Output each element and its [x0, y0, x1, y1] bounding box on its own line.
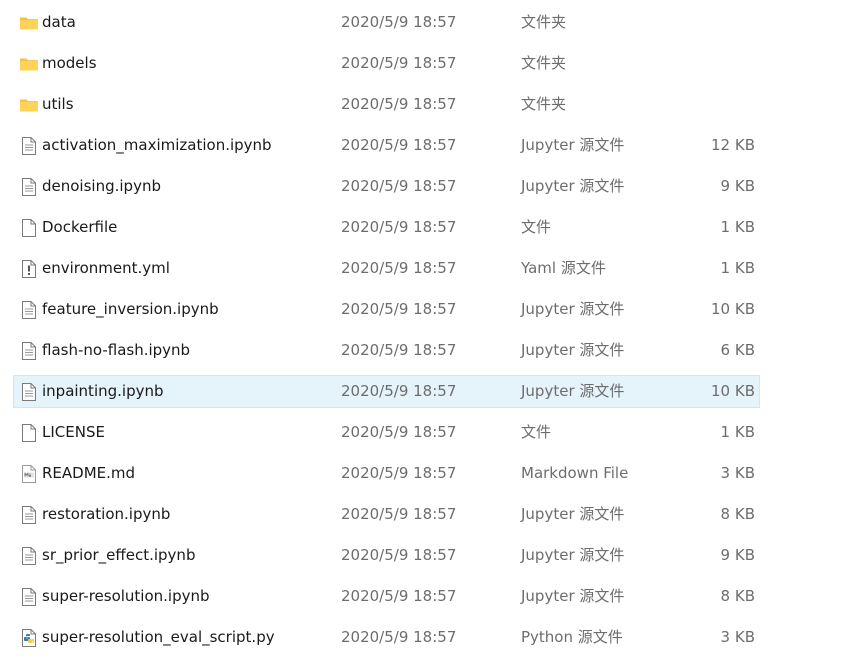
markdown-file-icon	[19, 464, 39, 484]
file-type: 文件	[521, 423, 552, 441]
blank-file-icon	[19, 423, 39, 443]
file-date-modified: 2020/5/9 18:57	[341, 136, 457, 154]
file-name: restoration.ipynb	[42, 505, 171, 523]
text-file-icon	[19, 546, 39, 566]
file-date-modified: 2020/5/9 18:57	[341, 218, 457, 236]
file-name: denoising.ipynb	[42, 177, 161, 195]
file-row-sr-prior-effect-ipynb[interactable]: sr_prior_effect.ipynb 2020/5/9 18:57 Jupyt…	[13, 539, 760, 572]
file-size: 10 KB	[711, 300, 755, 318]
file-type: Jupyter 源文件	[521, 546, 625, 564]
folder-icon	[19, 54, 39, 74]
folder-icon	[19, 13, 39, 33]
file-date-modified: 2020/5/9 18:57	[341, 259, 457, 277]
file-size: 1 KB	[720, 423, 755, 441]
folder-icon	[19, 95, 39, 115]
file-date-modified: 2020/5/9 18:57	[341, 177, 457, 195]
file-row-super-resolution-eval-script-py[interactable]: super-resolution_eval_script.py 2020/5/9 …	[13, 621, 760, 654]
text-file-icon	[19, 136, 39, 156]
file-row-super-resolution-ipynb[interactable]: super-resolution.ipynb 2020/5/9 18:57 Jupy…	[13, 580, 760, 613]
file-row-feature-inversion-ipynb[interactable]: feature_inversion.ipynb 2020/5/9 18:57 Jup…	[13, 293, 760, 326]
file-type: 文件夹	[521, 13, 567, 31]
file-type: Jupyter 源文件	[521, 177, 625, 195]
file-name: Dockerfile	[42, 218, 118, 236]
file-type: Jupyter 源文件	[521, 300, 625, 318]
file-row-license[interactable]: LICENSE 2020/5/9 18:57 文件 1 KB	[13, 416, 760, 449]
file-type: Python 源文件	[521, 628, 623, 646]
yaml-file-icon	[19, 259, 39, 279]
text-file-icon	[19, 341, 39, 361]
blank-file-icon	[19, 218, 39, 238]
file-name: super-resolution_eval_script.py	[42, 628, 275, 646]
file-date-modified: 2020/5/9 18:57	[341, 382, 457, 400]
file-row-inpainting-ipynb[interactable]: inpainting.ipynb 2020/5/9 18:57 Jupyter 源文…	[13, 375, 760, 408]
file-date-modified: 2020/5/9 18:57	[341, 341, 457, 359]
file-date-modified: 2020/5/9 18:57	[341, 300, 457, 318]
file-name: sr_prior_effect.ipynb	[42, 546, 196, 564]
text-file-icon	[19, 382, 39, 402]
python-file-icon	[19, 628, 39, 648]
file-name: super-resolution.ipynb	[42, 587, 210, 605]
file-date-modified: 2020/5/9 18:57	[341, 54, 457, 72]
file-size: 8 KB	[720, 505, 755, 523]
file-name: models	[42, 54, 97, 72]
file-row-denoising-ipynb[interactable]: denoising.ipynb 2020/5/9 18:57 Jupyter 源文件…	[13, 170, 760, 203]
file-name: feature_inversion.ipynb	[42, 300, 219, 318]
file-size: 1 KB	[720, 259, 755, 277]
file-name: flash-no-flash.ipynb	[42, 341, 191, 359]
file-name: activation_maximization.ipynb	[42, 136, 272, 154]
file-row-readme-md[interactable]: README.md 2020/5/9 18:57 Markdown File 3 KB	[13, 457, 760, 490]
file-row-dockerfile[interactable]: Dockerfile 2020/5/9 18:57 文件 1 KB	[13, 211, 760, 244]
file-type: Jupyter 源文件	[521, 587, 625, 605]
text-file-icon	[19, 177, 39, 197]
file-name: inpainting.ipynb	[42, 382, 164, 400]
file-row-models[interactable]: models 2020/5/9 18:57 文件夹	[13, 47, 760, 80]
file-date-modified: 2020/5/9 18:57	[341, 13, 457, 31]
file-type: Jupyter 源文件	[521, 505, 625, 523]
file-row-restoration-ipynb[interactable]: restoration.ipynb 2020/5/9 18:57 Jupyter 源…	[13, 498, 760, 531]
file-type: Jupyter 源文件	[521, 382, 625, 400]
text-file-icon	[19, 587, 39, 607]
file-name: utils	[42, 95, 74, 113]
file-size: 6 KB	[720, 341, 755, 359]
file-size: 9 KB	[720, 177, 755, 195]
text-file-icon	[19, 505, 39, 525]
file-date-modified: 2020/5/9 18:57	[341, 587, 457, 605]
file-date-modified: 2020/5/9 18:57	[341, 95, 457, 113]
file-row-utils[interactable]: utils 2020/5/9 18:57 文件夹	[13, 88, 760, 121]
file-type: Markdown File	[521, 464, 629, 482]
file-name: data	[42, 13, 76, 31]
file-type: Jupyter 源文件	[521, 136, 625, 154]
file-name: LICENSE	[42, 423, 105, 441]
file-size: 12 KB	[711, 136, 755, 154]
file-size: 3 KB	[720, 464, 755, 482]
file-row-flash-no-flash-ipynb[interactable]: flash-no-flash.ipynb 2020/5/9 18:57 Jupyte…	[13, 334, 760, 367]
file-size: 9 KB	[720, 546, 755, 564]
file-row-activation-maximization-ipynb[interactable]: activation_maximization.ipynb 2020/5/9 18…	[13, 129, 760, 162]
file-type: Yaml 源文件	[521, 259, 606, 277]
file-date-modified: 2020/5/9 18:57	[341, 423, 457, 441]
file-size: 10 KB	[711, 382, 755, 400]
file-size: 1 KB	[720, 218, 755, 236]
file-type: 文件夹	[521, 54, 567, 72]
file-type: 文件夹	[521, 95, 567, 113]
file-size: 3 KB	[720, 628, 755, 646]
file-name: README.md	[42, 464, 136, 482]
file-name: environment.yml	[42, 259, 170, 277]
file-size: 8 KB	[720, 587, 755, 605]
file-row-environment-yml[interactable]: environment.yml 2020/5/9 18:57 Yaml 源文件 1 K…	[13, 252, 760, 285]
file-type: 文件	[521, 218, 552, 236]
file-date-modified: 2020/5/9 18:57	[341, 505, 457, 523]
text-file-icon	[19, 300, 39, 320]
file-date-modified: 2020/5/9 18:57	[341, 546, 457, 564]
file-row-data[interactable]: data 2020/5/9 18:57 文件夹	[13, 6, 760, 39]
file-date-modified: 2020/5/9 18:57	[341, 464, 457, 482]
file-date-modified: 2020/5/9 18:57	[341, 628, 457, 646]
file-type: Jupyter 源文件	[521, 341, 625, 359]
